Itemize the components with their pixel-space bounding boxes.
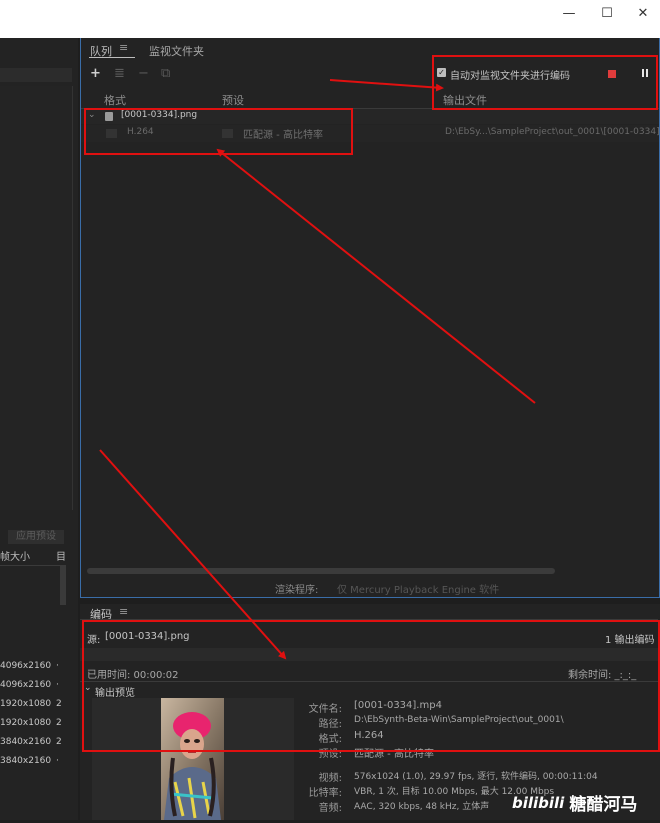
arrow-to-queue-item [216,148,536,404]
watermark-text: 糖醋河马 [569,795,638,815]
annotation-arrows [99,79,536,660]
bilibili-logo: bilibili [512,793,565,812]
arrow-to-encoding [99,449,287,660]
arrow-to-auto-encode [329,79,444,92]
watermark: bilibili 糖醋河马 [512,790,638,816]
